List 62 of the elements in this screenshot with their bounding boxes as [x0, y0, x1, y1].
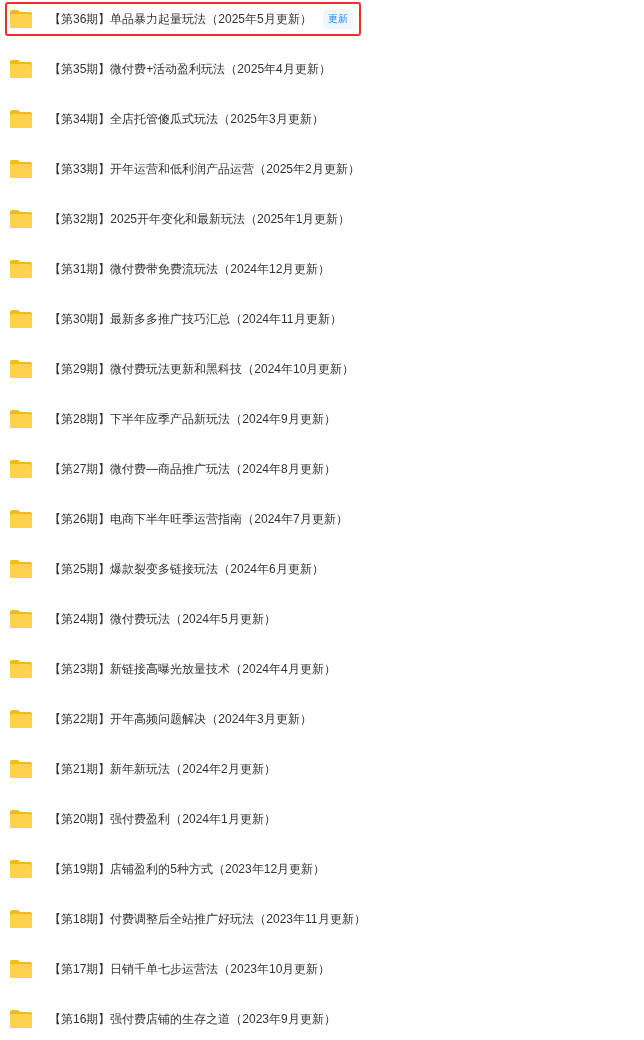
folder-row[interactable]: 【第34期】全店托管傻瓜式玩法（2025年3月更新）	[5, 102, 361, 136]
folder-icon	[9, 259, 33, 279]
folder-name: 【第34期】全店托管傻瓜式玩法（2025年3月更新）	[49, 110, 324, 128]
folder-row[interactable]: 【第20期】强付费盈利（2024年1月更新）	[5, 802, 361, 836]
folder-row[interactable]: 【第33期】开年运营和低利润产品运营（2025年2月更新）	[5, 152, 361, 186]
folder-icon	[9, 559, 33, 579]
folder-name: 【第17期】日销千单七步运营法（2023年10月更新）	[49, 960, 331, 978]
folder-row[interactable]: 【第32期】2025开年变化和最新玩法（2025年1月更新）	[5, 202, 361, 236]
folder-name: 【第22期】开年高频问题解决（2024年3月更新）	[49, 710, 312, 728]
folder-icon	[9, 9, 33, 29]
update-tag: 更新	[323, 9, 353, 29]
folder-name: 【第20期】强付费盈利（2024年1月更新）	[49, 810, 276, 828]
folder-row[interactable]: 【第17期】日销千单七步运营法（2023年10月更新）	[5, 952, 361, 986]
folder-icon	[9, 509, 33, 529]
folder-name: 【第31期】微付费带免费流玩法（2024年12月更新）	[49, 260, 331, 278]
folder-name: 【第28期】下半年应季产品新玩法（2024年9月更新）	[49, 410, 336, 428]
folder-icon	[9, 659, 33, 679]
folder-name: 【第26期】电商下半年旺季运营指南（2024年7月更新）	[49, 510, 348, 528]
folder-name: 【第27期】微付费—商品推广玩法（2024年8月更新）	[49, 460, 336, 478]
folder-icon	[9, 759, 33, 779]
folder-name: 【第30期】最新多多推广技巧汇总（2024年11月更新）	[49, 310, 342, 328]
folder-icon	[9, 709, 33, 729]
folder-name: 【第23期】新链接高曝光放量技术（2024年4月更新）	[49, 660, 336, 678]
folder-icon	[9, 159, 33, 179]
folder-name: 【第16期】强付费店铺的生存之道（2023年9月更新）	[49, 1010, 336, 1028]
folder-row[interactable]: 【第30期】最新多多推广技巧汇总（2024年11月更新）	[5, 302, 361, 336]
folder-icon	[9, 109, 33, 129]
folder-row[interactable]: 【第25期】爆款裂变多链接玩法（2024年6月更新）	[5, 552, 361, 586]
folder-name: 【第25期】爆款裂变多链接玩法（2024年6月更新）	[49, 560, 324, 578]
folder-row[interactable]: 【第29期】微付费玩法更新和黑科技（2024年10月更新）	[5, 352, 361, 386]
folder-name: 【第24期】微付费玩法（2024年5月更新）	[49, 610, 276, 628]
folder-name: 【第35期】微付费+活动盈利玩法（2025年4月更新）	[49, 60, 331, 78]
folder-row[interactable]: 【第24期】微付费玩法（2024年5月更新）	[5, 602, 361, 636]
folder-icon	[9, 609, 33, 629]
folder-icon	[9, 809, 33, 829]
folder-name: 【第21期】新年新玩法（2024年2月更新）	[49, 760, 276, 778]
folder-row[interactable]: 【第22期】开年高频问题解决（2024年3月更新）	[5, 702, 361, 736]
folder-row[interactable]: 【第19期】店铺盈利的5种方式（2023年12月更新）	[5, 852, 361, 886]
folder-name: 【第33期】开年运营和低利润产品运营（2025年2月更新）	[49, 160, 360, 178]
folder-icon	[9, 859, 33, 879]
folder-icon	[9, 209, 33, 229]
folder-row[interactable]: 【第21期】新年新玩法（2024年2月更新）	[5, 752, 361, 786]
folder-name: 【第32期】2025开年变化和最新玩法（2025年1月更新）	[49, 210, 351, 228]
folder-name: 【第36期】单品暴力起量玩法（2025年5月更新）	[49, 10, 312, 28]
folder-row[interactable]: 【第27期】微付费—商品推广玩法（2024年8月更新）	[5, 452, 361, 486]
folder-row[interactable]: 【第31期】微付费带免费流玩法（2024年12月更新）	[5, 252, 361, 286]
folder-row[interactable]: 【第16期】强付费店铺的生存之道（2023年9月更新）	[5, 1002, 361, 1036]
folder-row[interactable]: 【第28期】下半年应季产品新玩法（2024年9月更新）	[5, 402, 361, 436]
folder-icon	[9, 959, 33, 979]
folder-row[interactable]: 【第23期】新链接高曝光放量技术（2024年4月更新）	[5, 652, 361, 686]
folder-row[interactable]: 【第26期】电商下半年旺季运营指南（2024年7月更新）	[5, 502, 361, 536]
folder-icon	[9, 909, 33, 929]
folder-icon	[9, 309, 33, 329]
folder-icon	[9, 59, 33, 79]
folder-icon	[9, 459, 33, 479]
folder-name: 【第29期】微付费玩法更新和黑科技（2024年10月更新）	[49, 360, 355, 378]
folder-row[interactable]: 【第35期】微付费+活动盈利玩法（2025年4月更新）	[5, 52, 361, 86]
folder-icon	[9, 359, 33, 379]
folder-name: 【第19期】店铺盈利的5种方式（2023年12月更新）	[49, 860, 326, 878]
folder-icon	[9, 1009, 33, 1029]
folder-row[interactable]: 【第36期】单品暴力起量玩法（2025年5月更新） 更新	[5, 2, 361, 36]
folder-icon	[9, 409, 33, 429]
